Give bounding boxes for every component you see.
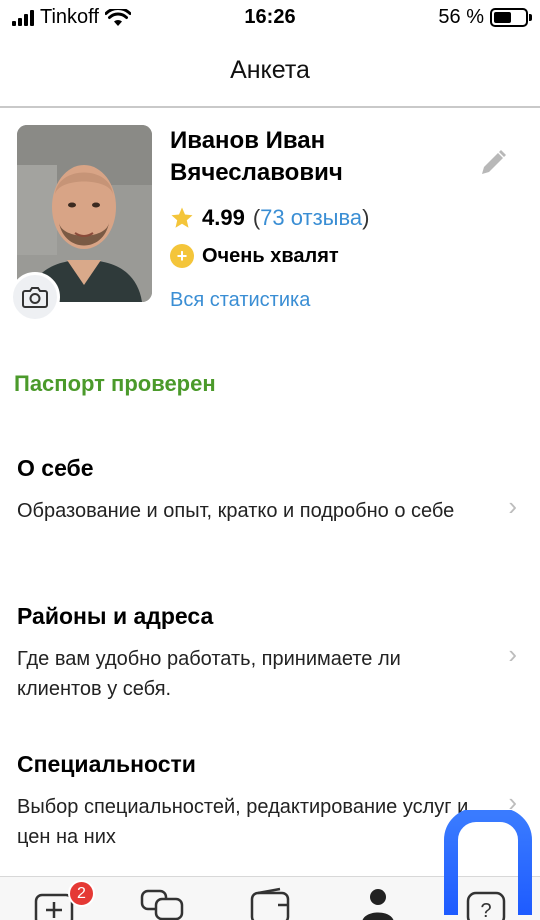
wallet-icon <box>250 887 290 920</box>
page-title: Анкета <box>230 56 310 84</box>
praise-badge-icon: + <box>170 244 194 268</box>
chevron-right-icon: › <box>508 491 517 521</box>
tab-profile[interactable] <box>356 887 400 920</box>
section-description: Выбор специальностей, редактирование усл… <box>17 796 469 848</box>
section-areas[interactable]: Районы и адреса Где вам удобно работать,… <box>17 603 517 704</box>
tab-chats[interactable] <box>140 887 184 920</box>
praise-label: Очень хвалят <box>202 244 339 267</box>
header-divider <box>0 106 540 108</box>
battery-percent: 56 % <box>438 6 484 28</box>
change-photo-button[interactable] <box>10 272 60 322</box>
passport-status: Паспорт проверен <box>14 371 216 396</box>
praise-row: + Очень хвалят <box>170 244 339 268</box>
section-description: Где вам удобно работать, принимаете ли к… <box>17 648 401 700</box>
tab-wallet[interactable] <box>248 887 292 920</box>
section-about[interactable]: О себе Образование и опыт, кратко и подр… <box>17 455 517 526</box>
reviews-link[interactable]: 73 отзыва <box>260 205 362 230</box>
profile-icon <box>362 889 394 920</box>
rating-row: 4.99 (73 отзыва) <box>170 205 369 231</box>
camera-icon <box>22 287 48 308</box>
section-specialties[interactable]: Специальности Выбор специальностей, реда… <box>17 751 517 852</box>
reviews-close-paren: ) <box>362 205 370 230</box>
brand-logo-icon <box>444 810 532 915</box>
star-icon <box>171 207 193 228</box>
chat-icon <box>140 889 184 920</box>
status-bar: Tinkoff 16:26 56 % <box>0 0 540 36</box>
battery-icon <box>490 8 532 27</box>
chevron-right-icon: › <box>508 639 517 669</box>
notification-badge: 2 <box>68 880 95 907</box>
reviews-count: (73 отзыва) <box>253 205 370 231</box>
all-statistics-link[interactable]: Вся статистика <box>170 289 310 312</box>
edit-pencil-icon[interactable] <box>478 148 508 178</box>
status-bar-right: 56 % <box>438 6 532 29</box>
rating-value: 4.99 <box>202 205 245 230</box>
profile-name: Иванов Иван Вячеславович <box>170 127 343 186</box>
section-description: Образование и опыт, кратко и подробно о … <box>17 500 455 522</box>
section-title: Специальности <box>17 751 196 777</box>
section-title: Районы и адреса <box>17 603 214 629</box>
section-title: О себе <box>17 455 94 481</box>
